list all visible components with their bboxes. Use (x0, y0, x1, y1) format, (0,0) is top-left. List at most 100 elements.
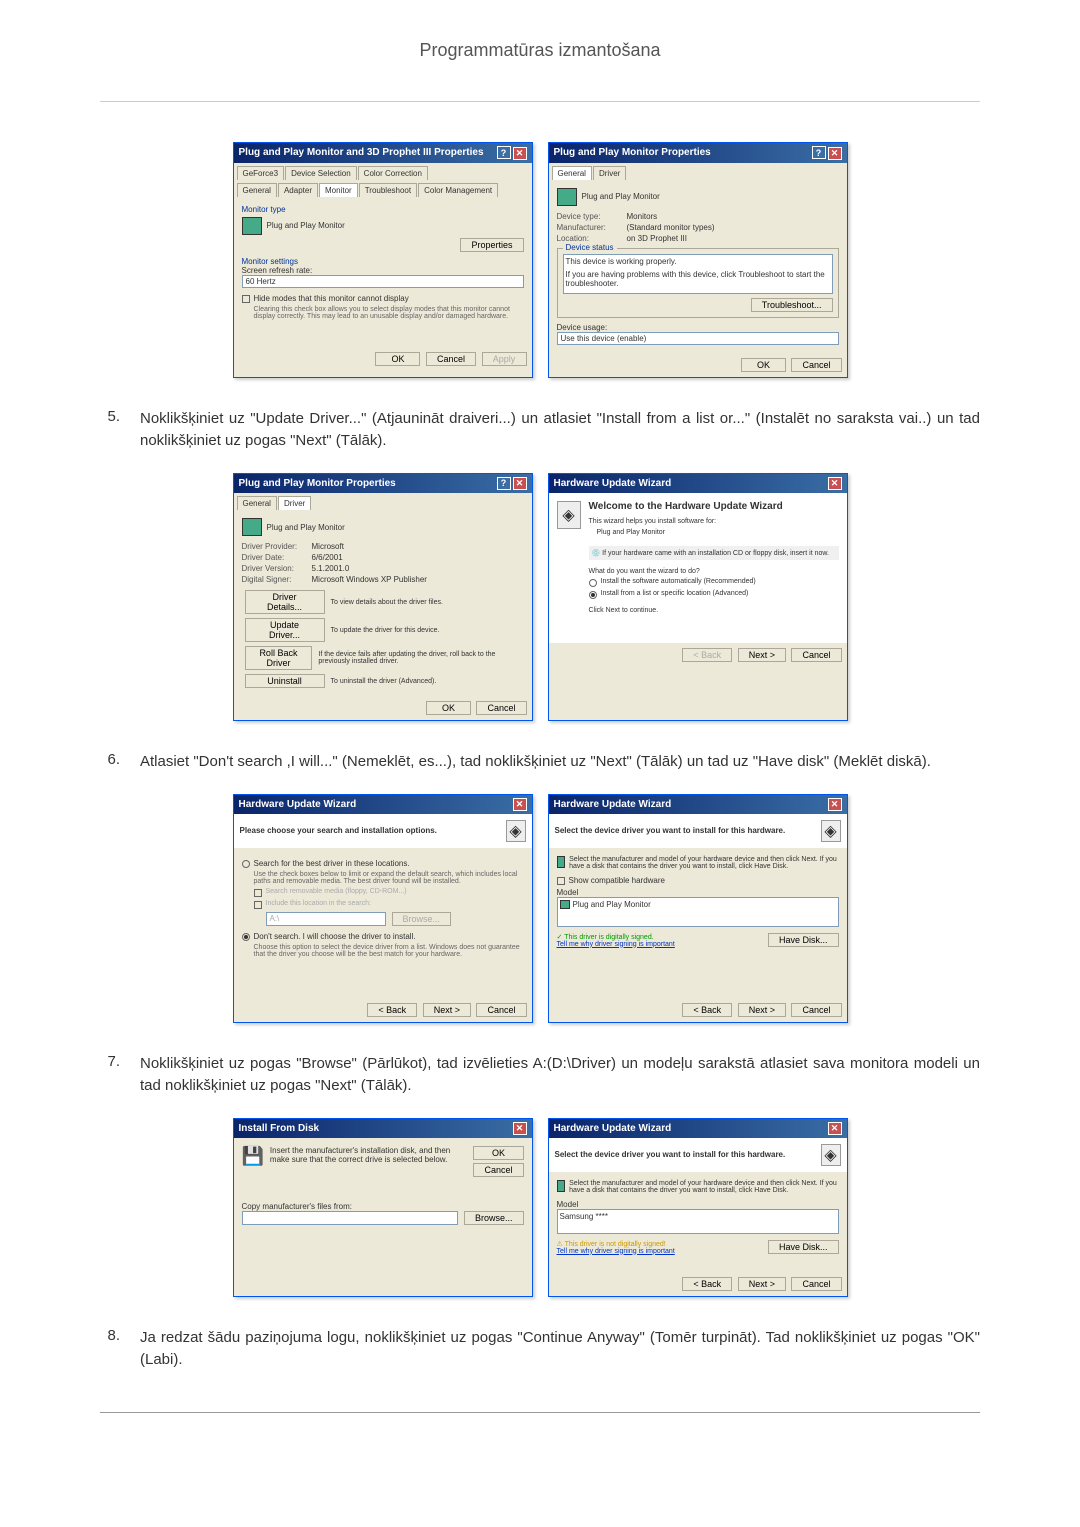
title-text: Plug and Play Monitor and 3D Prophet III… (239, 147, 484, 158)
help-icon[interactable]: ? (497, 146, 511, 159)
step-8: 8. Ja redzat šādu paziņojuma logu, nokli… (100, 1327, 980, 1372)
uninstall-button[interactable]: Uninstall (245, 674, 325, 688)
tell-why-link[interactable]: Tell me why driver signing is important (557, 1248, 675, 1255)
help-icon[interactable]: ? (497, 477, 511, 490)
close-icon[interactable]: ✕ (828, 477, 842, 490)
title-text: Hardware Update Wizard (239, 799, 357, 810)
titlebar: Install From Disk ✕ (234, 1119, 532, 1138)
model-list[interactable]: Samsung **** (557, 1209, 839, 1234)
radio-auto[interactable] (589, 579, 597, 587)
instruction-text: Insert the manufacturer's installation d… (270, 1146, 465, 1177)
tell-why-link[interactable]: Tell me why driver signing is important (557, 941, 675, 948)
tab-general[interactable]: General (552, 166, 592, 180)
have-disk-button[interactable]: Have Disk... (768, 1240, 839, 1254)
device-name: Plug and Play Monitor (582, 192, 660, 201)
tab-troubleshoot[interactable]: Troubleshoot (359, 183, 417, 197)
chk-removable-label: Search removable media (floppy, CD-ROM..… (266, 888, 407, 895)
close-icon[interactable]: ✕ (828, 147, 842, 160)
close-icon[interactable]: ✕ (513, 798, 527, 811)
helps-text: This wizard helps you install software f… (589, 518, 839, 525)
step-number: 7. (100, 1053, 140, 1070)
title-text: Hardware Update Wizard (554, 1123, 672, 1134)
cancel-button[interactable]: Cancel (791, 1003, 841, 1017)
device-usage-dropdown[interactable]: Use this device (enable) (557, 332, 839, 345)
date-value: 6/6/2001 (312, 553, 343, 562)
header-text: Please choose your search and installati… (240, 826, 437, 835)
opt-search-desc: Use the check boxes below to limit or ex… (254, 871, 524, 885)
next-button[interactable]: Next > (738, 1277, 786, 1291)
next-button[interactable]: Next > (738, 648, 786, 662)
refresh-dropdown[interactable]: 60 Hertz (242, 275, 524, 288)
back-button[interactable]: < Back (682, 1003, 732, 1017)
cancel-button[interactable]: Cancel (791, 648, 841, 662)
radio-search[interactable] (242, 860, 250, 868)
dialog-buttons: OK Cancel Apply (234, 347, 532, 371)
ok-button[interactable]: OK (473, 1146, 523, 1160)
manufacturer-label: Manufacturer: (557, 223, 627, 232)
tabs-row1: GeForce3 Device Selection Color Correcti… (234, 163, 532, 180)
back-button[interactable]: < Back (682, 1277, 732, 1291)
chk-compat[interactable] (557, 877, 565, 885)
driver-details-button[interactable]: Driver Details... (245, 590, 325, 614)
ok-button[interactable]: OK (426, 701, 471, 715)
ok-button[interactable]: OK (375, 352, 420, 366)
model-list[interactable]: Plug and Play Monitor (557, 897, 839, 927)
step-6: 6. Atlasiet "Don't search ,I will..." (N… (100, 751, 980, 774)
tab-device-selection[interactable]: Device Selection (285, 166, 357, 180)
update-driver-button[interactable]: Update Driver... (245, 618, 325, 642)
monitor-type-label: Monitor type (242, 205, 524, 214)
device-type-label: Device type: (557, 212, 627, 221)
help-icon[interactable]: ? (812, 146, 826, 159)
opt-dont-search: Don't search. I will choose the driver t… (254, 932, 416, 941)
location-dropdown: A:\ (266, 912, 386, 926)
tab-color-mgmt[interactable]: Color Management (418, 183, 498, 197)
path-dropdown[interactable] (242, 1211, 458, 1225)
radio-dont-search[interactable] (242, 933, 250, 941)
close-icon[interactable]: ✕ (828, 1122, 842, 1135)
browse-button[interactable]: Browse... (464, 1211, 524, 1225)
troubleshoot-button[interactable]: Troubleshoot... (751, 298, 833, 312)
next-button[interactable]: Next > (423, 1003, 471, 1017)
tabs: General Driver (234, 493, 532, 510)
tab-monitor[interactable]: Monitor (319, 183, 358, 197)
next-button[interactable]: Next > (738, 1003, 786, 1017)
tab-color-correction[interactable]: Color Correction (358, 166, 428, 180)
ok-button[interactable]: OK (741, 358, 786, 372)
have-disk-button[interactable]: Have Disk... (768, 933, 839, 947)
monitor-icon (557, 1180, 566, 1192)
header-text: Select the device driver you want to ins… (555, 1150, 786, 1159)
refresh-label: Screen refresh rate: (242, 266, 524, 275)
cancel-button[interactable]: Cancel (476, 701, 526, 715)
rollback-button[interactable]: Roll Back Driver (245, 646, 313, 670)
tab-driver[interactable]: Driver (593, 166, 626, 180)
wizard-header: Select the device driver you want to ins… (549, 1138, 847, 1172)
status-text: This device is working properly. (566, 257, 830, 266)
radio-list[interactable] (589, 591, 597, 599)
cancel-button[interactable]: Cancel (426, 352, 476, 366)
page-title: Programmatūras izmantošana (100, 40, 980, 61)
back-button[interactable]: < Back (367, 1003, 417, 1017)
cancel-button[interactable]: Cancel (791, 1277, 841, 1291)
monitor-properties-dialog: Plug and Play Monitor and 3D Prophet III… (233, 142, 533, 378)
cancel-button[interactable]: Cancel (473, 1163, 523, 1177)
hide-modes-checkbox[interactable] (242, 295, 250, 303)
tab-geforce3[interactable]: GeForce3 (237, 166, 285, 180)
wizard-icon: ◈ (557, 501, 581, 529)
title-text: Plug and Play Monitor Properties (239, 478, 396, 489)
tab-general[interactable]: General (237, 496, 277, 510)
title-text: Hardware Update Wizard (554, 478, 672, 489)
desc-text: Select the manufacturer and model of you… (569, 1180, 838, 1194)
cancel-button[interactable]: Cancel (476, 1003, 526, 1017)
tab-general[interactable]: General (237, 183, 277, 197)
cancel-button[interactable]: Cancel (791, 358, 841, 372)
close-icon[interactable]: ✕ (513, 1122, 527, 1135)
location-value: on 3D Prophet III (627, 234, 687, 243)
copy-label: Copy manufacturer's files from: (242, 1202, 524, 1211)
close-icon[interactable]: ✕ (828, 798, 842, 811)
tab-adapter[interactable]: Adapter (278, 183, 318, 197)
close-icon[interactable]: ✕ (513, 147, 527, 160)
close-icon[interactable]: ✕ (513, 477, 527, 490)
tab-driver[interactable]: Driver (278, 496, 311, 510)
trouble-text: If you are having problems with this dev… (566, 270, 830, 288)
properties-button[interactable]: Properties (460, 238, 523, 252)
